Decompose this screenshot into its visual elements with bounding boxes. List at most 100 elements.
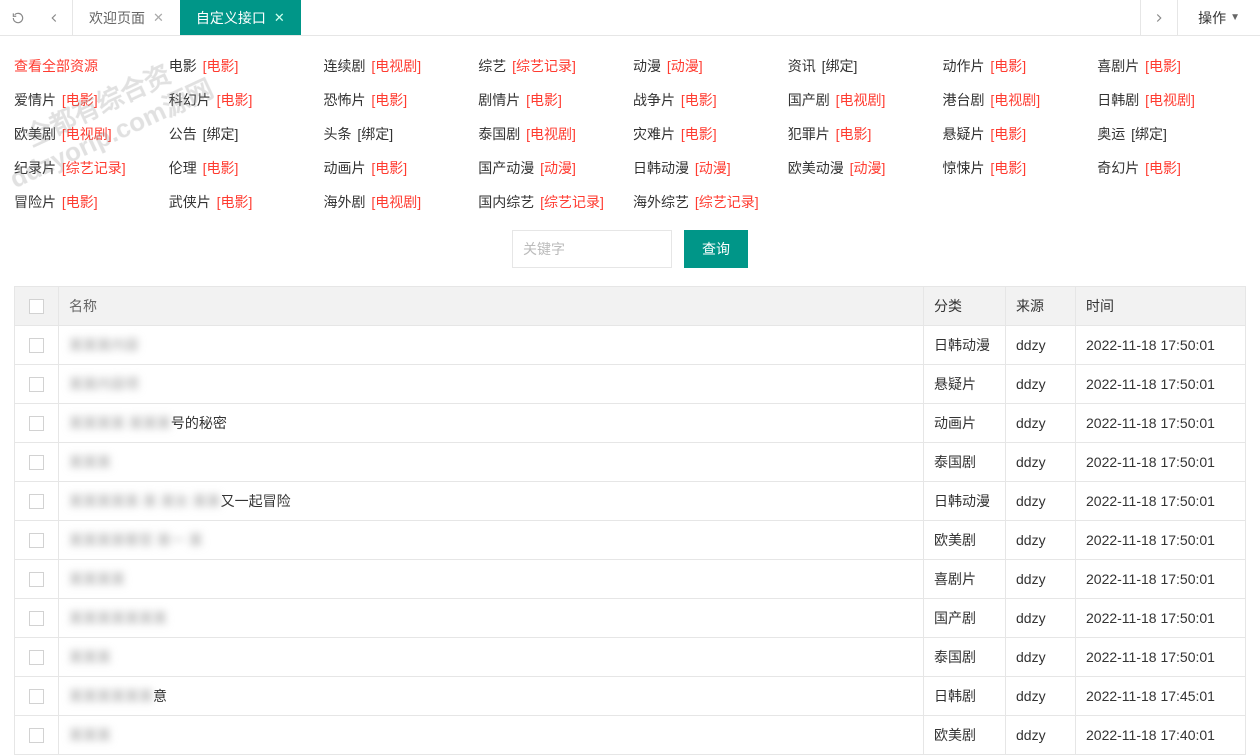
cell-name[interactable]: 某某某某某 某 某女 某某又一起冒险 <box>59 482 924 521</box>
cell-time: 2022-11-18 17:50:01 <box>1076 365 1246 404</box>
category-label: 公告 <box>169 126 197 142</box>
category-link[interactable]: 泰国剧 [电视剧] <box>478 124 627 144</box>
cell-name[interactable]: 某某某某某某意 <box>59 677 924 716</box>
operations-dropdown[interactable]: 操作 ▼ <box>1178 0 1260 35</box>
search-input[interactable] <box>512 230 672 268</box>
row-checkbox[interactable] <box>29 455 44 470</box>
cell-name[interactable]: 某某某内容 <box>59 326 924 365</box>
close-icon[interactable]: ✕ <box>274 10 285 26</box>
category-link[interactable]: 犯罪片 [电影] <box>788 124 937 144</box>
category-label: 动画片 <box>324 160 366 176</box>
tab[interactable]: 自定义接口✕ <box>180 0 301 35</box>
row-checkbox[interactable] <box>29 533 44 548</box>
category-link[interactable]: 奇幻片 [电影] <box>1097 158 1246 178</box>
cell-source: ddzy <box>1006 560 1076 599</box>
category-link[interactable]: 战争片 [电影] <box>633 90 782 110</box>
cell-source: ddzy <box>1006 443 1076 482</box>
category-link[interactable]: 灾难片 [电影] <box>633 124 782 144</box>
category-link[interactable]: 国内综艺 [综艺记录] <box>478 192 627 212</box>
select-all-checkbox[interactable] <box>29 299 44 314</box>
cell-category: 欧美剧 <box>924 521 1006 560</box>
category-link[interactable]: 剧情片 [电影] <box>478 90 627 110</box>
category-link[interactable]: 海外剧 [电视剧] <box>324 192 473 212</box>
category-label: 综艺 <box>478 58 506 74</box>
row-checkbox[interactable] <box>29 416 44 431</box>
category-link[interactable]: 伦理 [电影] <box>169 158 318 178</box>
tab-next-button[interactable] <box>1141 0 1177 35</box>
category-tag: [电影] <box>217 194 253 210</box>
category-link[interactable]: 综艺 [综艺记录] <box>478 56 627 76</box>
tab-prev-button[interactable] <box>36 0 72 35</box>
category-link[interactable]: 查看全部资源 <box>14 56 163 76</box>
category-link[interactable]: 连续剧 [电视剧] <box>324 56 473 76</box>
category-link[interactable]: 纪录片 [综艺记录] <box>14 158 163 178</box>
table-row: 某某某内容日韩动漫ddzy2022-11-18 17:50:01 <box>15 326 1246 365</box>
category-link[interactable]: 欧美剧 [电视剧] <box>14 124 163 144</box>
cell-name[interactable]: 某某某某 <box>59 560 924 599</box>
category-label: 泰国剧 <box>478 126 520 142</box>
cell-source: ddzy <box>1006 326 1076 365</box>
category-tag: [动漫] <box>540 160 576 176</box>
cell-category: 欧美剧 <box>924 716 1006 755</box>
category-link[interactable]: 恐怖片 [电影] <box>324 90 473 110</box>
category-label: 科幻片 <box>169 92 211 108</box>
row-checkbox[interactable] <box>29 338 44 353</box>
category-link[interactable]: 海外综艺 [综艺记录] <box>633 192 782 212</box>
cell-name[interactable]: 某某某 <box>59 638 924 677</box>
cell-name[interactable]: 某某某某客官 某一 某 <box>59 521 924 560</box>
close-icon[interactable]: ✕ <box>153 10 164 26</box>
category-link[interactable]: 公告 [绑定] <box>169 124 318 144</box>
cell-name[interactable]: 某某某 <box>59 716 924 755</box>
row-checkbox[interactable] <box>29 650 44 665</box>
row-checkbox[interactable] <box>29 377 44 392</box>
category-link[interactable]: 武侠片 [电影] <box>169 192 318 212</box>
category-label: 电影 <box>169 58 197 74</box>
category-link[interactable]: 奥运 [绑定] <box>1097 124 1246 144</box>
col-category: 分类 <box>924 287 1006 326</box>
category-link[interactable]: 动作片 [电影] <box>943 56 1092 76</box>
cell-category: 日韩剧 <box>924 677 1006 716</box>
row-checkbox[interactable] <box>29 689 44 704</box>
category-link[interactable]: 日韩动漫 [动漫] <box>633 158 782 178</box>
category-link[interactable]: 国产剧 [电视剧] <box>788 90 937 110</box>
results-table: 名称 分类 来源 时间 某某某内容日韩动漫ddzy2022-11-18 17:5… <box>14 286 1246 755</box>
category-tag: [电影] <box>217 92 253 108</box>
category-link[interactable]: 喜剧片 [电影] <box>1097 56 1246 76</box>
tab[interactable]: 欢迎页面✕ <box>73 0 180 35</box>
category-link[interactable]: 国产动漫 [动漫] <box>478 158 627 178</box>
row-checkbox[interactable] <box>29 494 44 509</box>
row-checkbox[interactable] <box>29 728 44 743</box>
category-link[interactable]: 动漫 [动漫] <box>633 56 782 76</box>
category-link[interactable]: 港台剧 [电视剧] <box>943 90 1092 110</box>
category-link[interactable]: 冒险片 [电影] <box>14 192 163 212</box>
cell-name[interactable]: 某某某 <box>59 443 924 482</box>
category-tag: [电影] <box>990 58 1026 74</box>
cell-name[interactable]: 某某某某 某某某号的秘密 <box>59 404 924 443</box>
cell-source: ddzy <box>1006 638 1076 677</box>
cell-time: 2022-11-18 17:45:01 <box>1076 677 1246 716</box>
category-link[interactable]: 惊悚片 [电影] <box>943 158 1092 178</box>
category-label: 头条 <box>324 126 352 142</box>
category-tag: [动漫] <box>667 58 703 74</box>
category-link[interactable]: 日韩剧 [电视剧] <box>1097 90 1246 110</box>
cell-name[interactable]: 某某内容项 <box>59 365 924 404</box>
category-link[interactable]: 资讯 [绑定] <box>788 56 937 76</box>
category-label: 国产剧 <box>788 92 830 108</box>
category-link[interactable]: 科幻片 [电影] <box>169 90 318 110</box>
category-link[interactable]: 悬疑片 [电影] <box>943 124 1092 144</box>
category-link[interactable]: 电影 [电影] <box>169 56 318 76</box>
col-source: 来源 <box>1006 287 1076 326</box>
cell-source: ddzy <box>1006 482 1076 521</box>
category-link[interactable]: 爱情片 [电影] <box>14 90 163 110</box>
refresh-button[interactable] <box>0 0 36 35</box>
row-checkbox[interactable] <box>29 611 44 626</box>
category-label: 冒险片 <box>14 194 56 210</box>
cell-name[interactable]: 某某某某某某某 <box>59 599 924 638</box>
cell-source: ddzy <box>1006 677 1076 716</box>
row-checkbox[interactable] <box>29 572 44 587</box>
category-link[interactable]: 欧美动漫 [动漫] <box>788 158 937 178</box>
category-link[interactable]: 动画片 [电影] <box>324 158 473 178</box>
category-link[interactable]: 头条 [绑定] <box>324 124 473 144</box>
category-tag: [电视剧] <box>1145 92 1195 108</box>
search-button[interactable]: 查询 <box>684 230 748 268</box>
